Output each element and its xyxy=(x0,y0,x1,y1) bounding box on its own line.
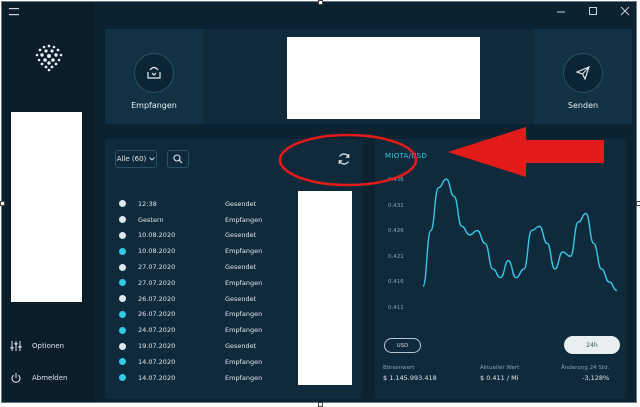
screenshot-frame: Optionen Abmelden Empfangen Senden Alle … xyxy=(0,0,640,407)
red-annotation-layer xyxy=(278,127,604,187)
red-ellipse-annotation xyxy=(278,133,418,187)
red-arrow-annotation xyxy=(448,127,604,177)
